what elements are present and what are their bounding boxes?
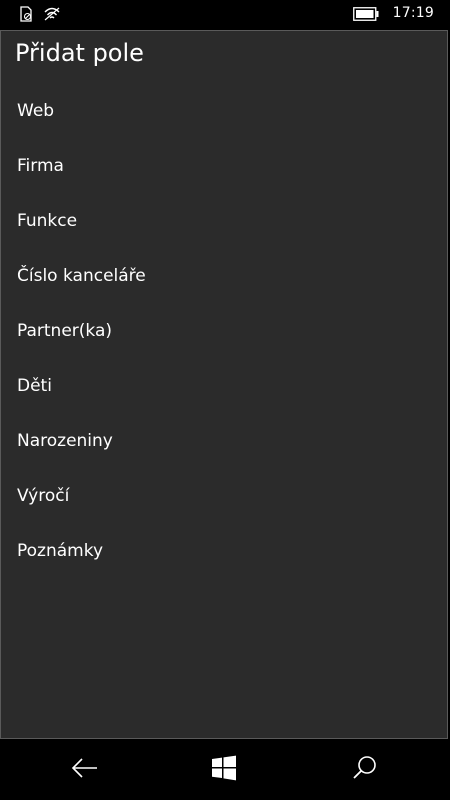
status-bar: 17:19 (0, 0, 450, 30)
no-sim-icon (18, 6, 34, 22)
home-button[interactable] (209, 755, 239, 785)
field-list: Web Firma Funkce Číslo kanceláře Partner… (1, 83, 447, 578)
field-option-firma[interactable]: Firma (1, 138, 447, 193)
field-option-cislo-kancelare[interactable]: Číslo kanceláře (1, 248, 447, 303)
wifi-icon (43, 6, 60, 22)
clock: 17:19 (392, 5, 434, 21)
field-option-web[interactable]: Web (1, 83, 447, 138)
phone-screen: 17:19 Přidat pole Web Firma Funkce Číslo… (0, 0, 450, 800)
field-option-partner[interactable]: Partner(ka) (1, 303, 447, 358)
search-icon (352, 755, 378, 785)
back-arrow-icon (71, 757, 99, 783)
field-option-narozeniny[interactable]: Narozeniny (1, 413, 447, 468)
field-option-vyroci[interactable]: Výročí (1, 468, 447, 523)
status-left-icons (18, 6, 60, 22)
battery-icon (352, 6, 379, 21)
status-right: 17:19 (352, 5, 434, 21)
field-option-poznamky[interactable]: Poznámky (1, 523, 447, 578)
field-option-deti[interactable]: Děti (1, 358, 447, 413)
panel-title: Přidat pole (15, 39, 144, 67)
back-button[interactable] (70, 755, 100, 785)
navigation-bar (0, 740, 450, 800)
search-button[interactable] (350, 755, 380, 785)
windows-logo-icon (211, 755, 237, 785)
field-option-funkce[interactable]: Funkce (1, 193, 447, 248)
add-field-panel: Přidat pole Web Firma Funkce Číslo kance… (0, 30, 448, 739)
